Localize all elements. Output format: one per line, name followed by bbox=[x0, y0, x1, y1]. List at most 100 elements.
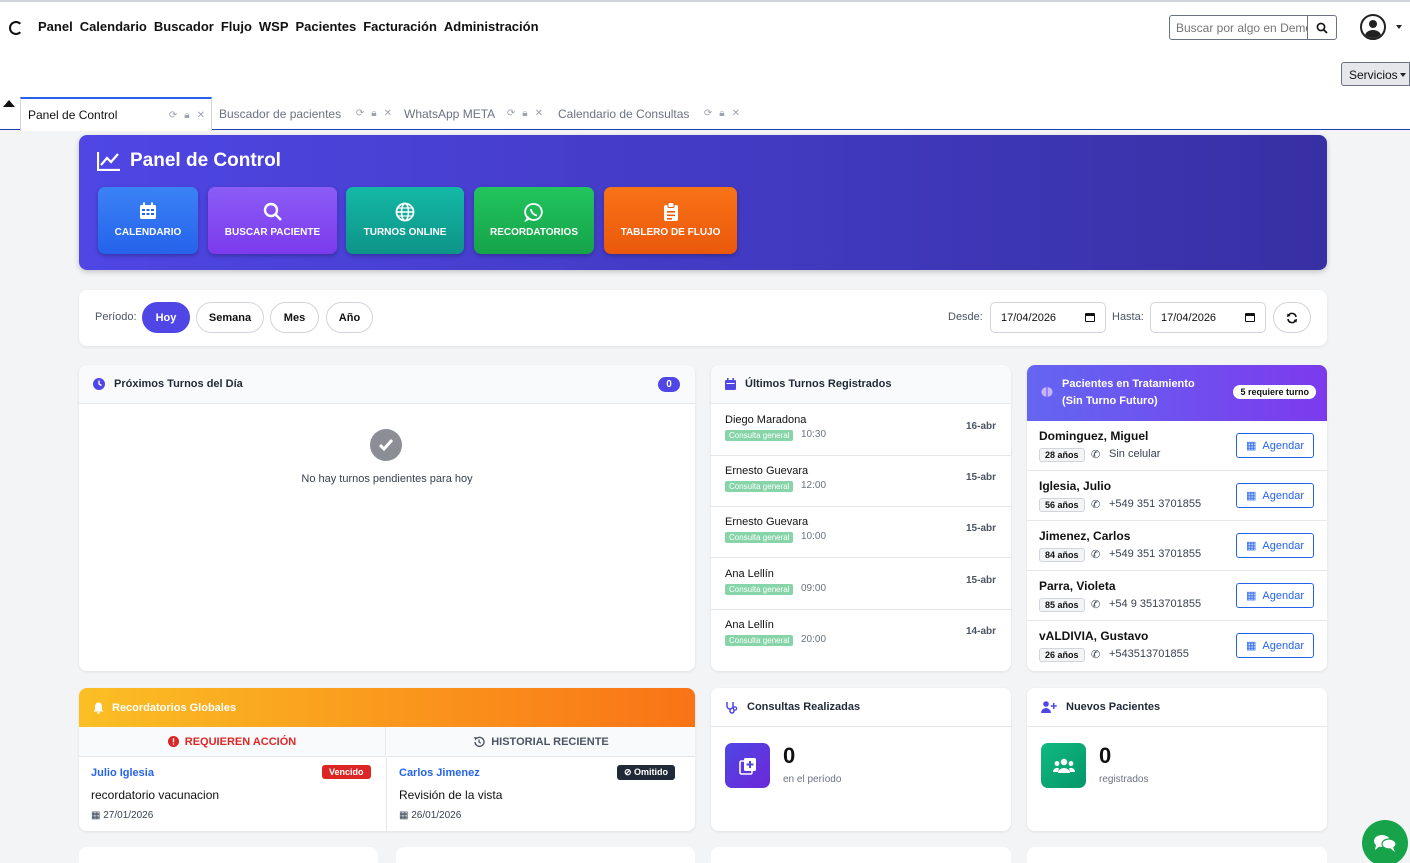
card-header: Pacientes en Tratamiento (Sin Turno Futu… bbox=[1027, 365, 1327, 421]
reminder-date-value: 26/01/2026 bbox=[411, 810, 462, 821]
card-title-line2: (Sin Turno Futuro) bbox=[1062, 395, 1158, 407]
period-option-ano[interactable]: Año bbox=[326, 302, 373, 333]
nuevos-value: 0 bbox=[1099, 743, 1112, 768]
agendar-button[interactable]: ▦ Agendar bbox=[1236, 483, 1314, 508]
turno-time: 09:00 bbox=[801, 583, 827, 594]
search-input[interactable] bbox=[1170, 16, 1307, 39]
tab-calendario-de-consultas[interactable]: Calendario de Consultas ⟳ 🔒︎ ✕ bbox=[551, 97, 746, 130]
refresh-icon[interactable]: ⟳ bbox=[507, 108, 515, 119]
nav-link-panel[interactable]: Panel bbox=[38, 19, 73, 34]
nav-link-pacientes[interactable]: Pacientes bbox=[296, 19, 357, 34]
agendar-button[interactable]: ▦ Agendar bbox=[1236, 533, 1314, 558]
refresh-button[interactable] bbox=[1273, 302, 1311, 333]
search-button[interactable] bbox=[1307, 16, 1336, 39]
nav-link-administracion[interactable]: Administración bbox=[444, 19, 539, 34]
close-icon[interactable]: ✕ bbox=[535, 108, 543, 119]
check-circle-icon bbox=[370, 429, 402, 461]
calendar-icon[interactable] bbox=[1245, 313, 1255, 322]
tab-panel-de-control[interactable]: Panel de Control ⟳ 🔒︎ ✕ bbox=[20, 97, 212, 131]
turno-time: 10:30 bbox=[801, 429, 827, 440]
card-header: Nuevos Pacientes bbox=[1027, 688, 1327, 727]
card-title-line1: Pacientes en Tratamiento bbox=[1062, 378, 1195, 390]
calendario-button[interactable]: CALENDARIO bbox=[98, 187, 198, 254]
hasta-label: Hasta: bbox=[1112, 311, 1144, 323]
user-menu-caret-icon[interactable] bbox=[1396, 25, 1402, 29]
close-icon[interactable]: ✕ bbox=[384, 108, 392, 119]
agendar-button[interactable]: ▦ Agendar bbox=[1236, 433, 1314, 458]
patient-phone: Sin celular bbox=[1109, 448, 1161, 460]
list-item[interactable]: Diego Maradona Consulta general 10:30 16… bbox=[711, 405, 1011, 456]
desde-date-input[interactable]: 17/04/2026 bbox=[990, 302, 1106, 333]
phone-icon: ✆ bbox=[1091, 649, 1101, 661]
calendar-plus-icon: ▦ bbox=[1246, 440, 1257, 452]
hero-panel: Panel de Control CALENDARIO BUSCAR PACIE… bbox=[79, 135, 1327, 270]
nav-link-flujo[interactable]: Flujo bbox=[221, 19, 252, 34]
logo-icon[interactable] bbox=[9, 21, 23, 35]
turnos-online-button[interactable]: TURNOS ONLINE bbox=[346, 187, 464, 254]
turno-patient-name: Diego Maradona bbox=[725, 414, 807, 426]
lock-icon[interactable]: 🔒︎ bbox=[522, 108, 527, 119]
tab-whatsapp-meta[interactable]: WhatsApp META ⟳ 🔒︎ ✕ bbox=[397, 97, 549, 130]
services-dropdown[interactable]: Servicios bbox=[1341, 62, 1410, 86]
turno-date: 15-abr bbox=[965, 472, 996, 483]
whatsapp-icon bbox=[474, 202, 594, 224]
nav-link-calendario[interactable]: Calendario bbox=[80, 19, 147, 34]
nav-link-buscador[interactable]: Buscador bbox=[154, 19, 214, 34]
nav-link-facturacion[interactable]: Facturación bbox=[363, 19, 437, 34]
hasta-date-value: 17/04/2026 bbox=[1161, 312, 1217, 324]
main-nav: Panel Calendario Buscador Flujo WSP Paci… bbox=[38, 19, 539, 34]
lock-icon[interactable]: 🔒︎ bbox=[719, 108, 724, 119]
list-item[interactable]: Ernesto Guevara Consulta general 10:00 1… bbox=[711, 507, 1011, 558]
user-plus-icon bbox=[1041, 701, 1057, 713]
period-option-hoy[interactable]: Hoy bbox=[142, 302, 190, 333]
calendar-icon[interactable] bbox=[1085, 313, 1095, 322]
nav-link-wsp[interactable]: WSP bbox=[259, 19, 289, 34]
list-item[interactable]: Ana Lellín Consulta general 09:00 15-abr bbox=[711, 559, 1011, 610]
card-header: Recordatorios Globales bbox=[79, 688, 695, 727]
lock-icon[interactable]: 🔒︎ bbox=[184, 110, 189, 121]
period-option-semana[interactable]: Semana bbox=[196, 302, 264, 333]
card-title: Próximos Turnos del Día bbox=[114, 378, 243, 390]
turno-time: 12:00 bbox=[801, 480, 827, 491]
tab-buscador-de-pacientes[interactable]: Buscador de pacientes ⟳ 🔒︎ ✕ bbox=[212, 97, 398, 130]
close-icon[interactable]: ✕ bbox=[732, 108, 740, 119]
collapse-tabs-icon[interactable] bbox=[3, 100, 15, 107]
buscar-paciente-button[interactable]: BUSCAR PACIENTE bbox=[208, 187, 337, 254]
list-item[interactable]: Ana Lellín Consulta general 20:00 14-abr bbox=[711, 610, 1011, 661]
history-icon bbox=[474, 736, 485, 747]
calendar-plus-icon: ▦ bbox=[1246, 540, 1257, 552]
refresh-icon[interactable]: ⟳ bbox=[704, 108, 712, 119]
calendar-plus-icon: ▦ bbox=[1246, 640, 1257, 652]
reminder-patient-link[interactable]: Carlos Jimenez bbox=[399, 767, 480, 779]
lock-icon[interactable]: 🔒︎ bbox=[371, 108, 376, 119]
nuevos-pacientes-card: Nuevos Pacientes 0 registrados bbox=[1027, 688, 1327, 831]
agendar-label: Agendar bbox=[1262, 439, 1304, 452]
card-title: Nuevos Pacientes bbox=[1066, 701, 1161, 713]
empty-state-text: No hay turnos pendientes para hoy bbox=[301, 473, 473, 485]
comments-icon bbox=[1374, 835, 1397, 852]
tablero-de-flujo-button[interactable]: TABLERO DE FLUJO bbox=[604, 187, 737, 254]
patient-row: Parra, Violeta 85 años ✆ +54 9 351370185… bbox=[1027, 571, 1327, 621]
turno-patient-name: Ernesto Guevara bbox=[725, 516, 809, 528]
chat-button[interactable] bbox=[1362, 820, 1408, 863]
clipboard-icon bbox=[604, 202, 737, 224]
card-title: Últimos Turnos Registrados bbox=[745, 378, 892, 390]
turno-patient-name: Ana Lellín bbox=[725, 619, 774, 631]
recordatorios-button[interactable]: RECORDATORIOS bbox=[474, 187, 594, 254]
refresh-icon[interactable]: ⟳ bbox=[169, 110, 177, 121]
agendar-button[interactable]: ▦ Agendar bbox=[1236, 633, 1314, 658]
close-icon[interactable]: ✕ bbox=[197, 110, 205, 121]
globe-icon bbox=[346, 202, 464, 224]
reminder-patient-link[interactable]: Julio Iglesia bbox=[91, 767, 154, 779]
bell-icon bbox=[93, 702, 104, 714]
user-avatar-icon[interactable] bbox=[1360, 14, 1386, 40]
period-option-mes[interactable]: Mes bbox=[270, 302, 319, 333]
patient-name: Parra, Violeta bbox=[1039, 579, 1116, 593]
hasta-date-input[interactable]: 17/04/2026 bbox=[1150, 302, 1266, 333]
refresh-icon[interactable]: ⟳ bbox=[356, 108, 364, 119]
agendar-button[interactable]: ▦ Agendar bbox=[1236, 583, 1314, 608]
list-item[interactable]: Ernesto Guevara Consulta general 12:00 1… bbox=[711, 456, 1011, 507]
ban-icon: ⊘ bbox=[624, 767, 635, 777]
global-search bbox=[1169, 15, 1337, 40]
users-icon bbox=[1041, 743, 1086, 788]
